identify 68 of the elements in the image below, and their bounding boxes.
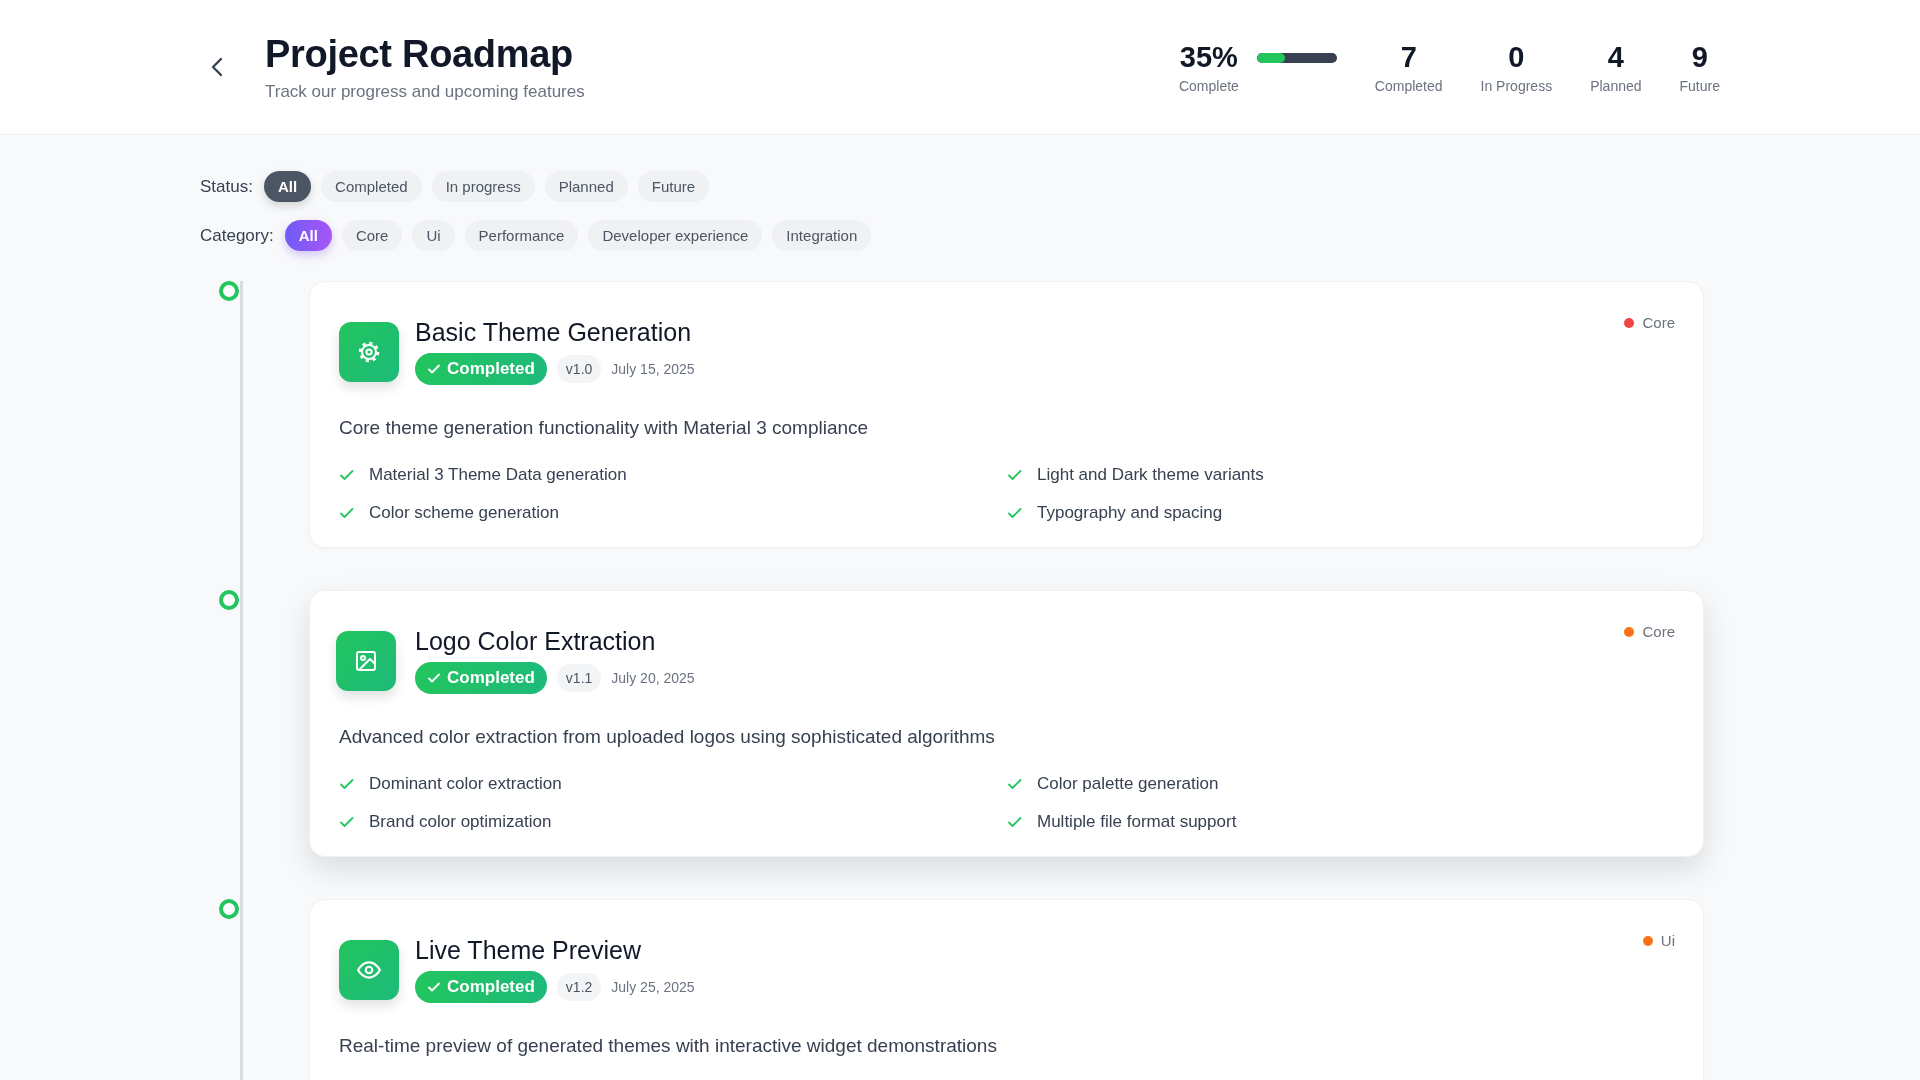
release-date: July 15, 2025 <box>611 361 695 377</box>
feature-text: Multiple file format support <box>1037 812 1237 832</box>
feature-text: Light and Dark theme variants <box>1037 465 1264 485</box>
gear-icon <box>357 339 381 364</box>
check-icon <box>339 467 355 483</box>
category-label: Core <box>1642 623 1675 640</box>
check-icon <box>1007 505 1023 521</box>
check-icon <box>339 505 355 521</box>
feature-text: Typography and spacing <box>1037 503 1223 523</box>
card-title: Basic Theme Generation <box>415 318 693 347</box>
check-icon <box>1007 776 1023 792</box>
release-date: July 25, 2025 <box>611 979 695 995</box>
check-icon <box>1007 467 1023 483</box>
feature-text: Brand color optimization <box>369 812 552 832</box>
progress-value: 35% <box>1178 40 1239 74</box>
stat-label: Planned <box>1590 77 1642 94</box>
stat-label: In Progress <box>1480 77 1553 94</box>
card-title: Logo Color Extraction <box>415 627 657 656</box>
stat-value: 4 <box>1606 40 1625 74</box>
version-tag: v1.0 <box>556 355 602 383</box>
filter-chip[interactable]: In progress <box>431 171 535 202</box>
image-icon <box>354 648 378 673</box>
feature-text: Color scheme generation <box>369 503 559 523</box>
filter-chip[interactable]: Developer experience <box>588 220 763 251</box>
card-title: Live Theme Preview <box>415 936 643 965</box>
progress-label: Complete <box>1178 77 1239 94</box>
filter-chip[interactable]: All <box>284 220 332 251</box>
stat-value: 0 <box>1507 40 1526 74</box>
feature-text: Dominant color extraction <box>369 774 562 794</box>
category-label: Core <box>1642 314 1675 331</box>
card-description: Advanced color extraction from uploaded logos using sophisticated algorithms <box>339 726 996 748</box>
check-icon <box>339 814 355 830</box>
filter-chip[interactable]: All <box>263 171 312 202</box>
filter-label: Status: <box>200 176 253 197</box>
card-description: Core theme generation functionality with Material 3 compliance <box>339 417 870 439</box>
filter-chip[interactable]: Ui <box>412 220 455 251</box>
feature-text: Material 3 Theme Data generation <box>369 465 627 485</box>
roadmap-card[interactable] <box>309 590 1704 857</box>
filter-chip[interactable]: Planned <box>544 171 628 202</box>
filter-chip[interactable]: Core <box>341 220 403 251</box>
feature-text: Color palette generation <box>1037 774 1219 794</box>
version-tag: v1.2 <box>556 973 602 1001</box>
stat-label: Future <box>1679 77 1720 94</box>
check-icon <box>339 776 355 792</box>
timeline-dot <box>219 899 239 919</box>
version-tag: v1.1 <box>556 664 602 692</box>
roadmap-card[interactable] <box>309 281 1704 548</box>
status-badge: Completed <box>415 662 547 694</box>
timeline-dot <box>219 281 239 301</box>
filter-label: Category: <box>200 225 274 246</box>
back-icon <box>209 55 225 79</box>
timeline-dot <box>219 590 239 610</box>
stat-value: 9 <box>1690 40 1709 74</box>
card-description: Real-time preview of generated themes with interactive widget demonstrations <box>339 1035 998 1057</box>
filter-chip[interactable]: Performance <box>464 220 579 251</box>
page-title: Project Roadmap <box>265 32 575 76</box>
category-label: Ui <box>1660 932 1675 949</box>
filter-chip[interactable]: Completed <box>321 171 422 202</box>
status-badge: Completed <box>415 971 547 1003</box>
release-date: July 20, 2025 <box>611 670 695 686</box>
status-badge: Completed <box>415 353 547 385</box>
stat-value: 7 <box>1399 40 1418 74</box>
stat-label: Completed <box>1374 77 1443 94</box>
page-subtitle: Track our progress and upcoming features <box>265 81 586 102</box>
filter-chip[interactable]: Future <box>637 171 710 202</box>
filter-chip[interactable]: Integration <box>772 220 872 251</box>
roadmap-card[interactable]: Live Theme Preview Completed v1.2 July 25, 2025 Ui Real-time preview of generated themes with interactive widget demonstrations <box>309 899 1704 1080</box>
check-icon <box>1007 814 1023 830</box>
